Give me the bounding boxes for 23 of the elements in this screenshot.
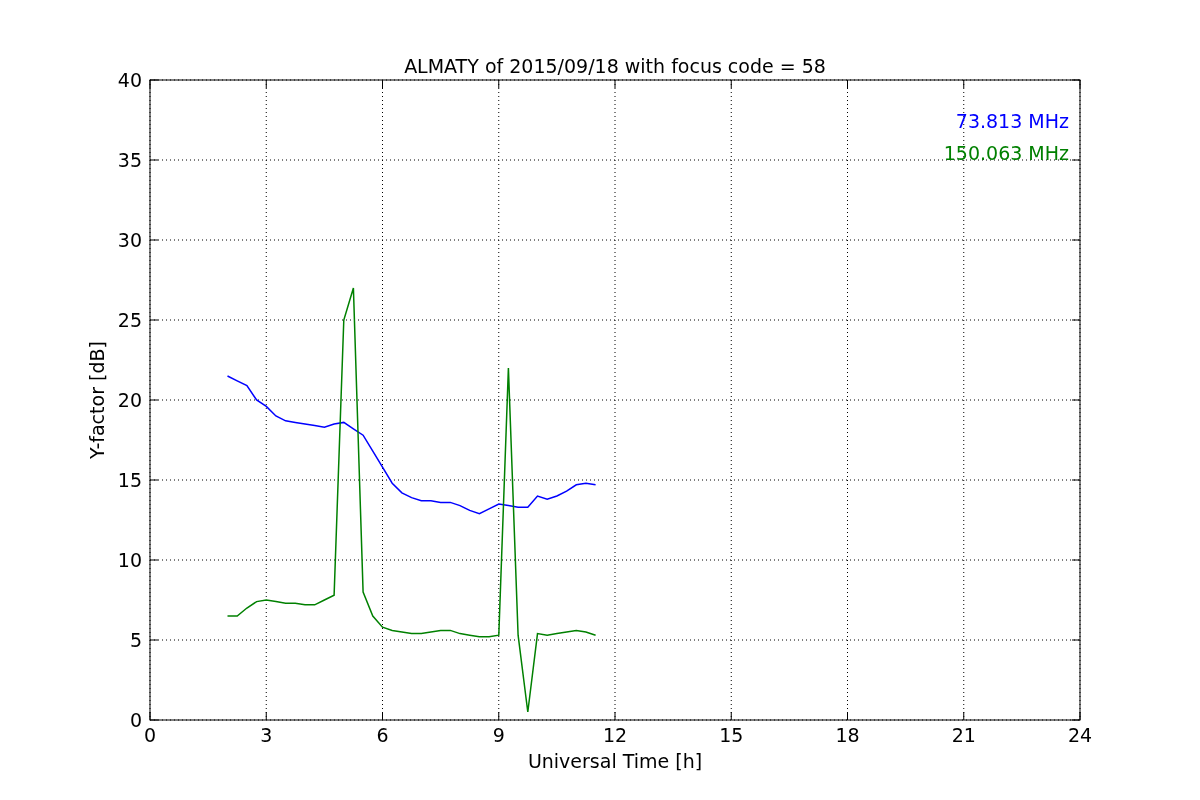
y-tick-label: 0 (129, 709, 142, 731)
y-tick-label: 5 (129, 629, 142, 651)
legend-label: 150.063 MHz (943, 142, 1069, 164)
y-tick-label: 10 (117, 549, 142, 571)
y-tick-label: 35 (117, 149, 142, 171)
x-tick-label: 0 (143, 724, 157, 746)
y-tick-label: 20 (117, 389, 142, 411)
y-axis-label: Y-factor [dB] (86, 341, 108, 459)
x-axis-label: Universal Time [h] (527, 750, 703, 772)
x-tick-label: 24 (1067, 724, 1093, 746)
x-tick-label: 6 (376, 724, 389, 746)
x-tick-label: 15 (719, 724, 744, 746)
x-tick-label: 18 (835, 724, 860, 746)
y-tick-label: 30 (117, 229, 142, 251)
x-tick-label: 3 (260, 724, 273, 746)
y-tick-label: 40 (117, 69, 142, 91)
x-tick-label: 21 (951, 724, 976, 746)
chart-title: ALMATY of 2015/09/18 with focus code = 58 (404, 55, 826, 77)
legend-label: 73.813 MHz (955, 110, 1069, 132)
x-tick-label: 9 (492, 724, 505, 746)
x-tick-label: 12 (602, 724, 628, 746)
y-tick-label: 25 (117, 309, 142, 331)
y-tick-label: 15 (117, 469, 142, 491)
